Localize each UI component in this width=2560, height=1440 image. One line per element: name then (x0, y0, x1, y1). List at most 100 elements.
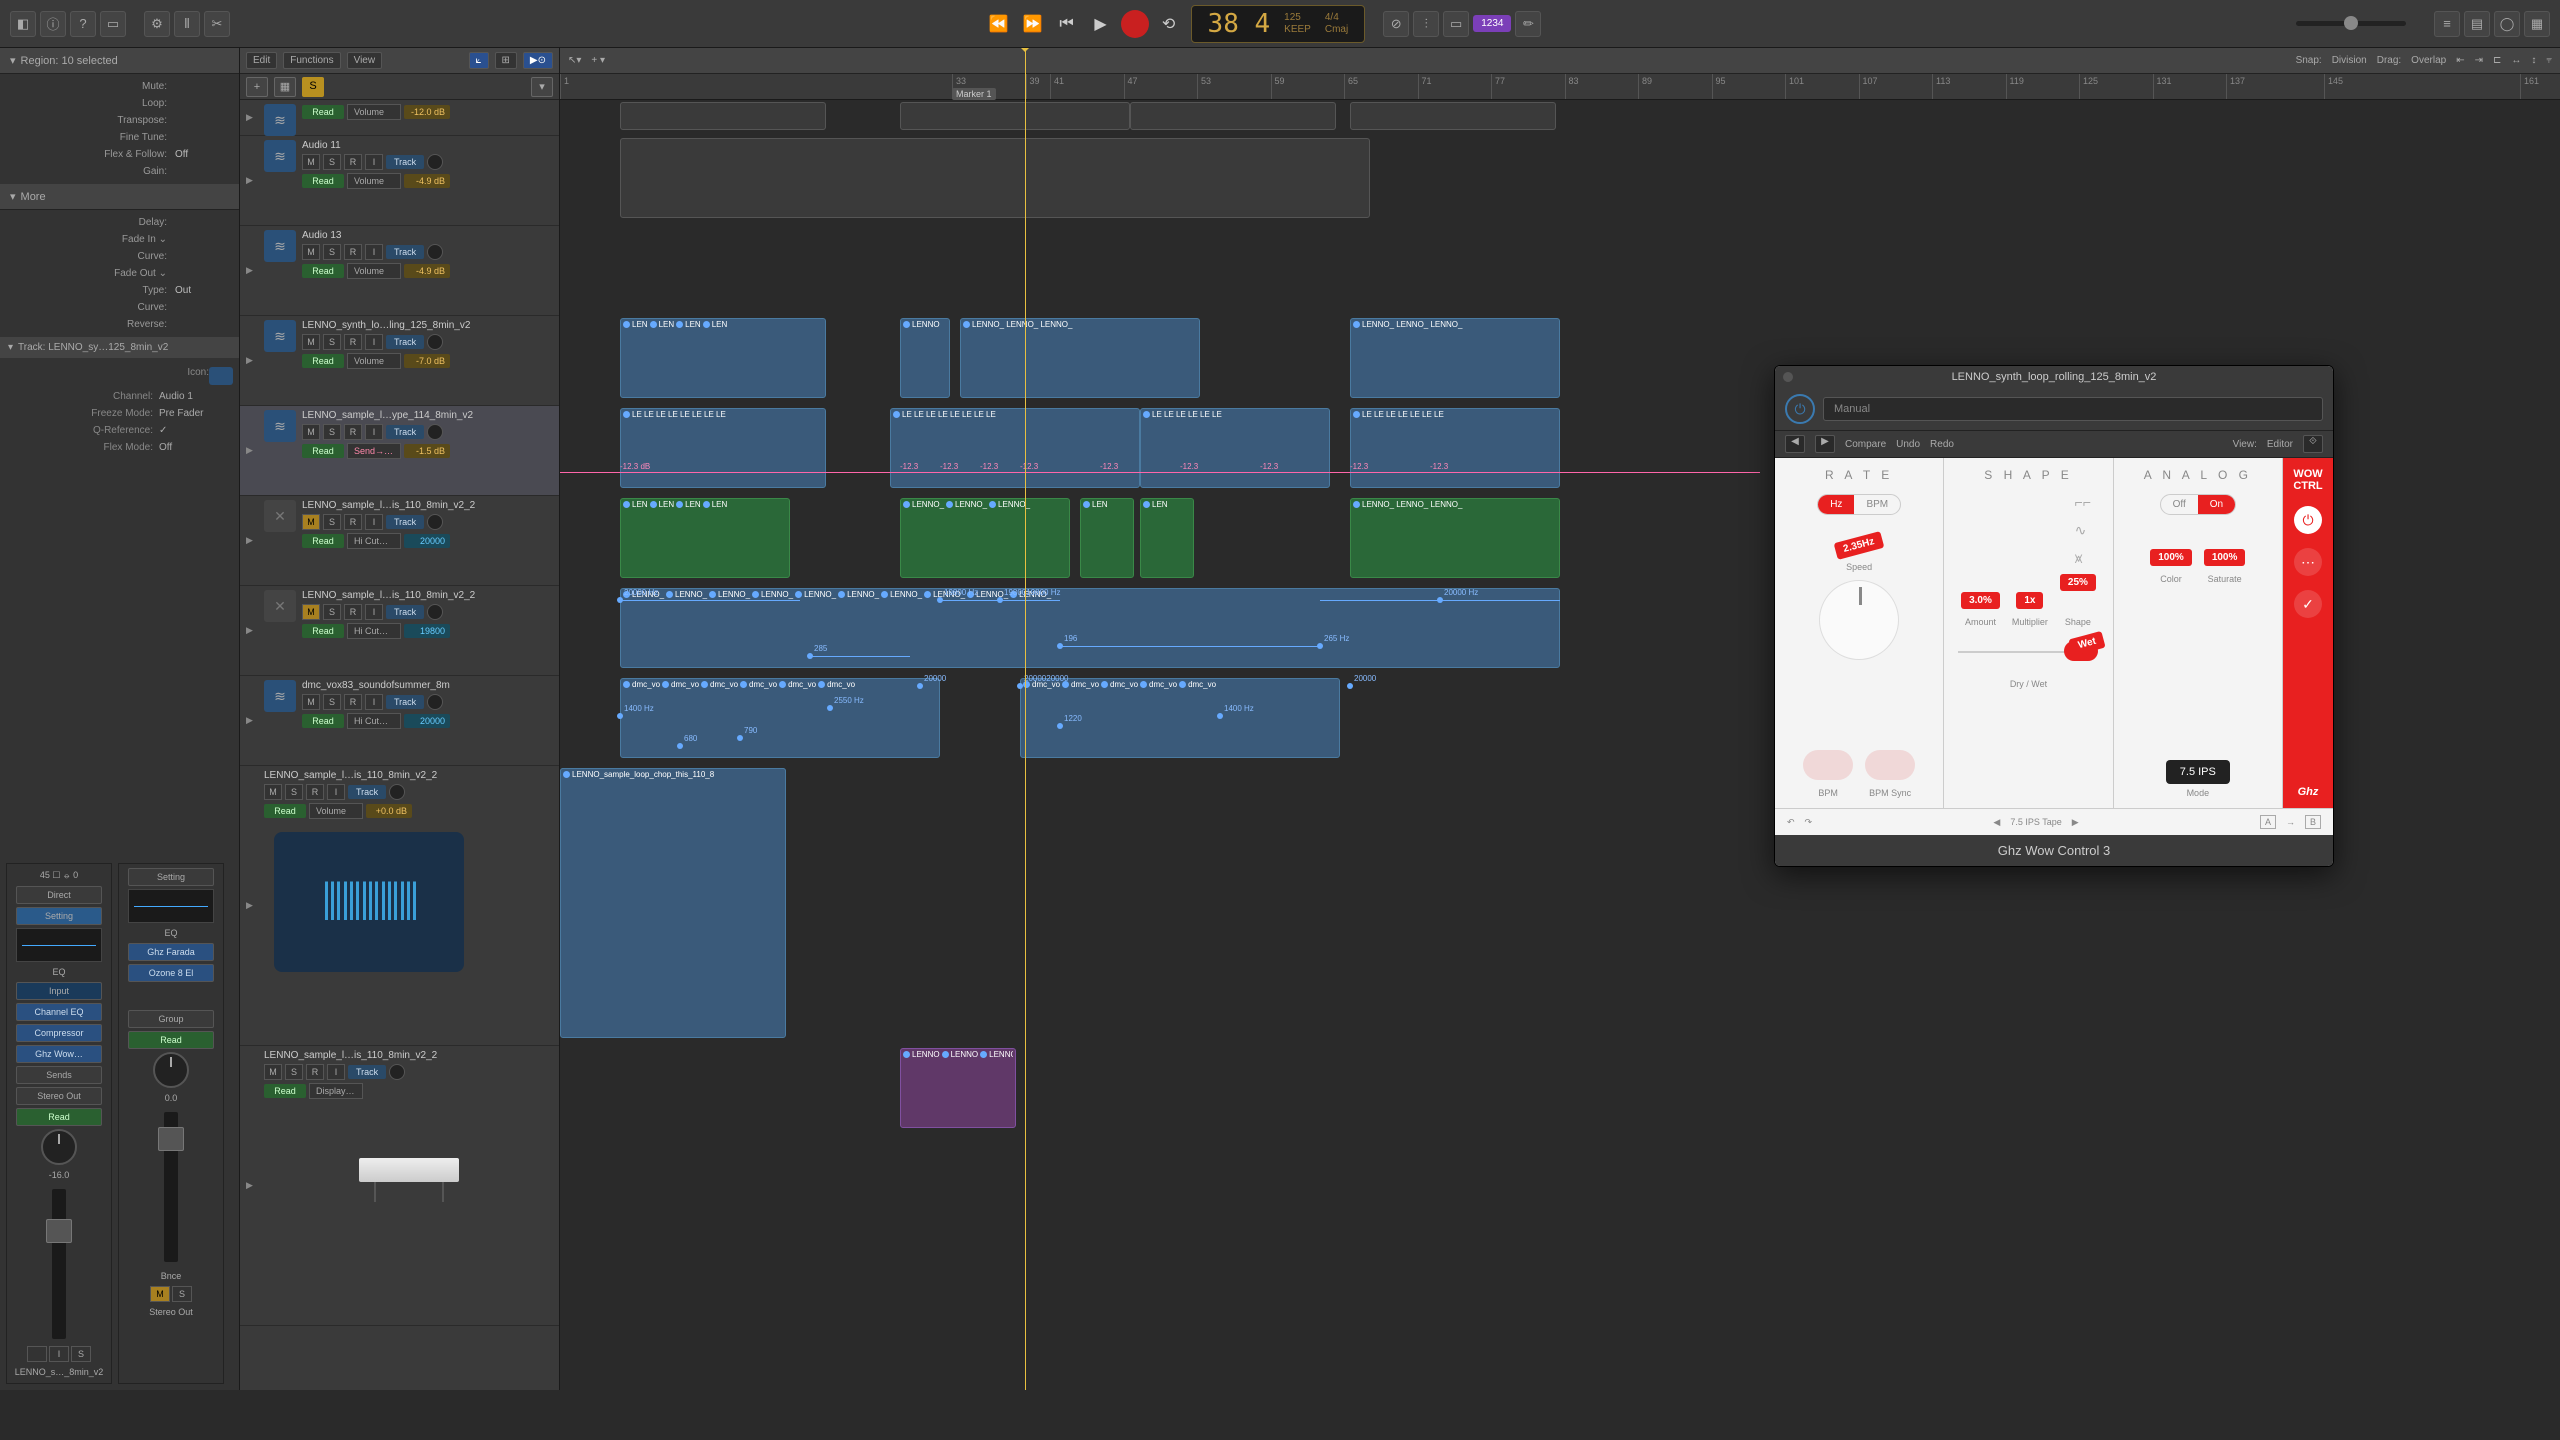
track-pan-knob[interactable] (389, 784, 405, 800)
solo-button[interactable]: S (323, 694, 341, 710)
setting-button[interactable]: Setting (128, 868, 214, 886)
input-button[interactable]: I (365, 154, 383, 170)
automation-node[interactable] (1217, 713, 1223, 719)
audio-region[interactable]: LEN (1080, 498, 1134, 578)
track-type-icon[interactable]: ≋ (264, 104, 296, 136)
input-button[interactable]: I (327, 1064, 345, 1080)
region-param-row[interactable]: Reverse: (0, 316, 239, 333)
audio-region[interactable]: LENNO_LENNO_LENNO_LENNO_LENNO_LENNO_LENN… (620, 588, 1560, 668)
automation-mode-button[interactable]: Read (302, 105, 344, 119)
automation-param-menu[interactable]: Volume (347, 353, 401, 369)
analog-toggle[interactable]: Off On (2160, 494, 2237, 515)
audio-region[interactable]: LENNOLENNOLENNOLENNO (900, 1048, 1016, 1128)
shape-value[interactable]: 25% (2060, 574, 2096, 591)
mixer-icon[interactable]: ⫴ (174, 11, 200, 37)
automation-param-menu[interactable]: Hi Cut… (347, 533, 401, 549)
audio-region[interactable]: LENNO_LENNO_LENNO_ (900, 498, 1070, 578)
eq-thumbnail[interactable] (128, 889, 214, 923)
smart-icon[interactable]: ▭ (100, 11, 126, 37)
prev-preset-button[interactable]: ◀ (1785, 435, 1805, 453)
track-header[interactable]: ▶ ✕ LENNO_sample_l…is_110_8min_v2_2 MSRI… (240, 496, 559, 586)
automation-value[interactable]: 20000 (404, 534, 450, 548)
sidebar-check-icon[interactable]: ✓ (2294, 590, 2322, 618)
solo-icon[interactable]: ▭ (1443, 11, 1469, 37)
audio-region[interactable] (1350, 102, 1556, 130)
rec-button[interactable]: R (344, 604, 362, 620)
keyboard-icon[interactable] (354, 1112, 464, 1202)
automation-mode-button[interactable]: Read (264, 1084, 306, 1098)
list-icon[interactable]: ≡ (2434, 11, 2460, 37)
secondary-tool[interactable]: + ▾ (591, 55, 605, 66)
rec-button[interactable]: R (344, 154, 362, 170)
track-pan-knob[interactable] (427, 154, 443, 170)
automation-mode-button[interactable]: Read (264, 804, 306, 818)
automation-value[interactable]: -4.9 dB (404, 264, 450, 278)
lcd-display[interactable]: 38 4 125 KEEP 4/4 Cmaj (1191, 5, 1366, 43)
rec-button[interactable]: R (344, 334, 362, 350)
track-automation-menu[interactable]: Track (386, 425, 424, 439)
record-button[interactable] (1121, 10, 1149, 38)
drywet-slider[interactable]: Wet (1958, 641, 2098, 661)
flex-icon[interactable]: ⊞ (495, 52, 517, 69)
audio-region[interactable]: LE LE LE LE LE LE LE (1350, 408, 1560, 488)
output-button[interactable]: Stereo Out (16, 1087, 102, 1105)
rec-button[interactable]: R (306, 1064, 324, 1080)
solo-button[interactable]: S (285, 784, 303, 800)
redo-icon[interactable]: ↷ (1805, 817, 1813, 828)
input-button[interactable]: I (365, 244, 383, 260)
rec-button[interactable]: R (344, 514, 362, 530)
track-name-label[interactable]: LENNO_sample_l…ype_114_8min_v2 (302, 410, 553, 421)
track-pan-knob[interactable] (427, 694, 443, 710)
audio-region[interactable]: LENLENLENLEN (620, 318, 826, 398)
audio-region[interactable]: LEN (1140, 498, 1194, 578)
disclosure-icon[interactable]: ▶ (246, 1180, 258, 1191)
rec-button[interactable]: R (306, 784, 324, 800)
plugin-window[interactable]: LENNO_synth_loop_rolling_125_8min_v2 ⏻ M… (1774, 365, 2334, 867)
insert-1[interactable]: Ghz Farada (128, 943, 214, 961)
automation-node[interactable] (937, 597, 943, 603)
mode-value[interactable]: 7.5 IPS (2166, 760, 2230, 784)
track-param-row[interactable]: Channel:Audio 1 (0, 388, 239, 405)
undo-icon[interactable]: ↶ (1787, 817, 1795, 828)
preset-menu[interactable]: Manual (1823, 397, 2323, 421)
volume-fader[interactable] (52, 1189, 66, 1339)
ab-arrow-icon[interactable]: → (2286, 817, 2295, 827)
amount-value[interactable]: 3.0% (1961, 592, 2000, 609)
rec-button[interactable]: R (344, 244, 362, 260)
solo-button[interactable]: S (323, 244, 341, 260)
track-header[interactable]: ▶ ≋ dmc_vox83_soundofsummer_8m MSRI Trac… (240, 676, 559, 766)
automation-value[interactable]: +0.0 dB (366, 804, 412, 818)
input-button[interactable]: I (365, 514, 383, 530)
loops-icon[interactable]: ◯ (2494, 11, 2520, 37)
waveform-zoom-icon[interactable]: ⫧ (2546, 55, 2552, 66)
settings-icon[interactable]: ⚙ (144, 11, 170, 37)
rate-mode-toggle[interactable]: Hz BPM (1817, 494, 1901, 515)
solo-button[interactable]: S (323, 334, 341, 350)
automation-node[interactable] (917, 683, 923, 689)
view-menu[interactable]: View (347, 52, 383, 69)
autopunch-icon[interactable]: ⫶ (1413, 11, 1439, 37)
plugin-titlebar[interactable]: LENNO_synth_loop_rolling_125_8min_v2 (1775, 366, 2333, 388)
link-button[interactable]: 1234 (1473, 15, 1511, 32)
automation-param-menu[interactable]: Volume (309, 803, 363, 819)
audio-region[interactable]: LENNO (900, 318, 950, 398)
input-button[interactable]: I (365, 694, 383, 710)
region-param-row[interactable]: Fine Tune: (0, 129, 239, 146)
track-name-label[interactable]: Audio 11 (302, 140, 553, 151)
input-button[interactable]: I (327, 784, 345, 800)
mute-button[interactable]: M (302, 424, 320, 440)
audio-region[interactable]: LE LE LE LE LE LE LE LE (620, 408, 826, 488)
nudge-l-icon[interactable]: ⇤ (2456, 55, 2464, 66)
track-name-label[interactable]: dmc_vox83_soundofsummer_8m (302, 680, 553, 691)
automation-param-menu[interactable]: Display… (309, 1083, 363, 1099)
solo-button[interactable]: S (285, 1064, 303, 1080)
input-button[interactable]: Input (16, 982, 102, 1000)
track-param-row[interactable]: Freeze Mode:Pre Fader (0, 405, 239, 422)
replace-icon[interactable]: ⊘ (1383, 11, 1409, 37)
sine-wave-icon[interactable]: ∿ (2075, 522, 2095, 536)
speed-knob[interactable] (1819, 580, 1899, 660)
track-type-icon[interactable]: ✕ (264, 590, 296, 622)
s-button[interactable]: S (71, 1346, 91, 1362)
audio-region[interactable] (900, 102, 1130, 130)
automation-mode-button[interactable]: Read (302, 354, 344, 368)
